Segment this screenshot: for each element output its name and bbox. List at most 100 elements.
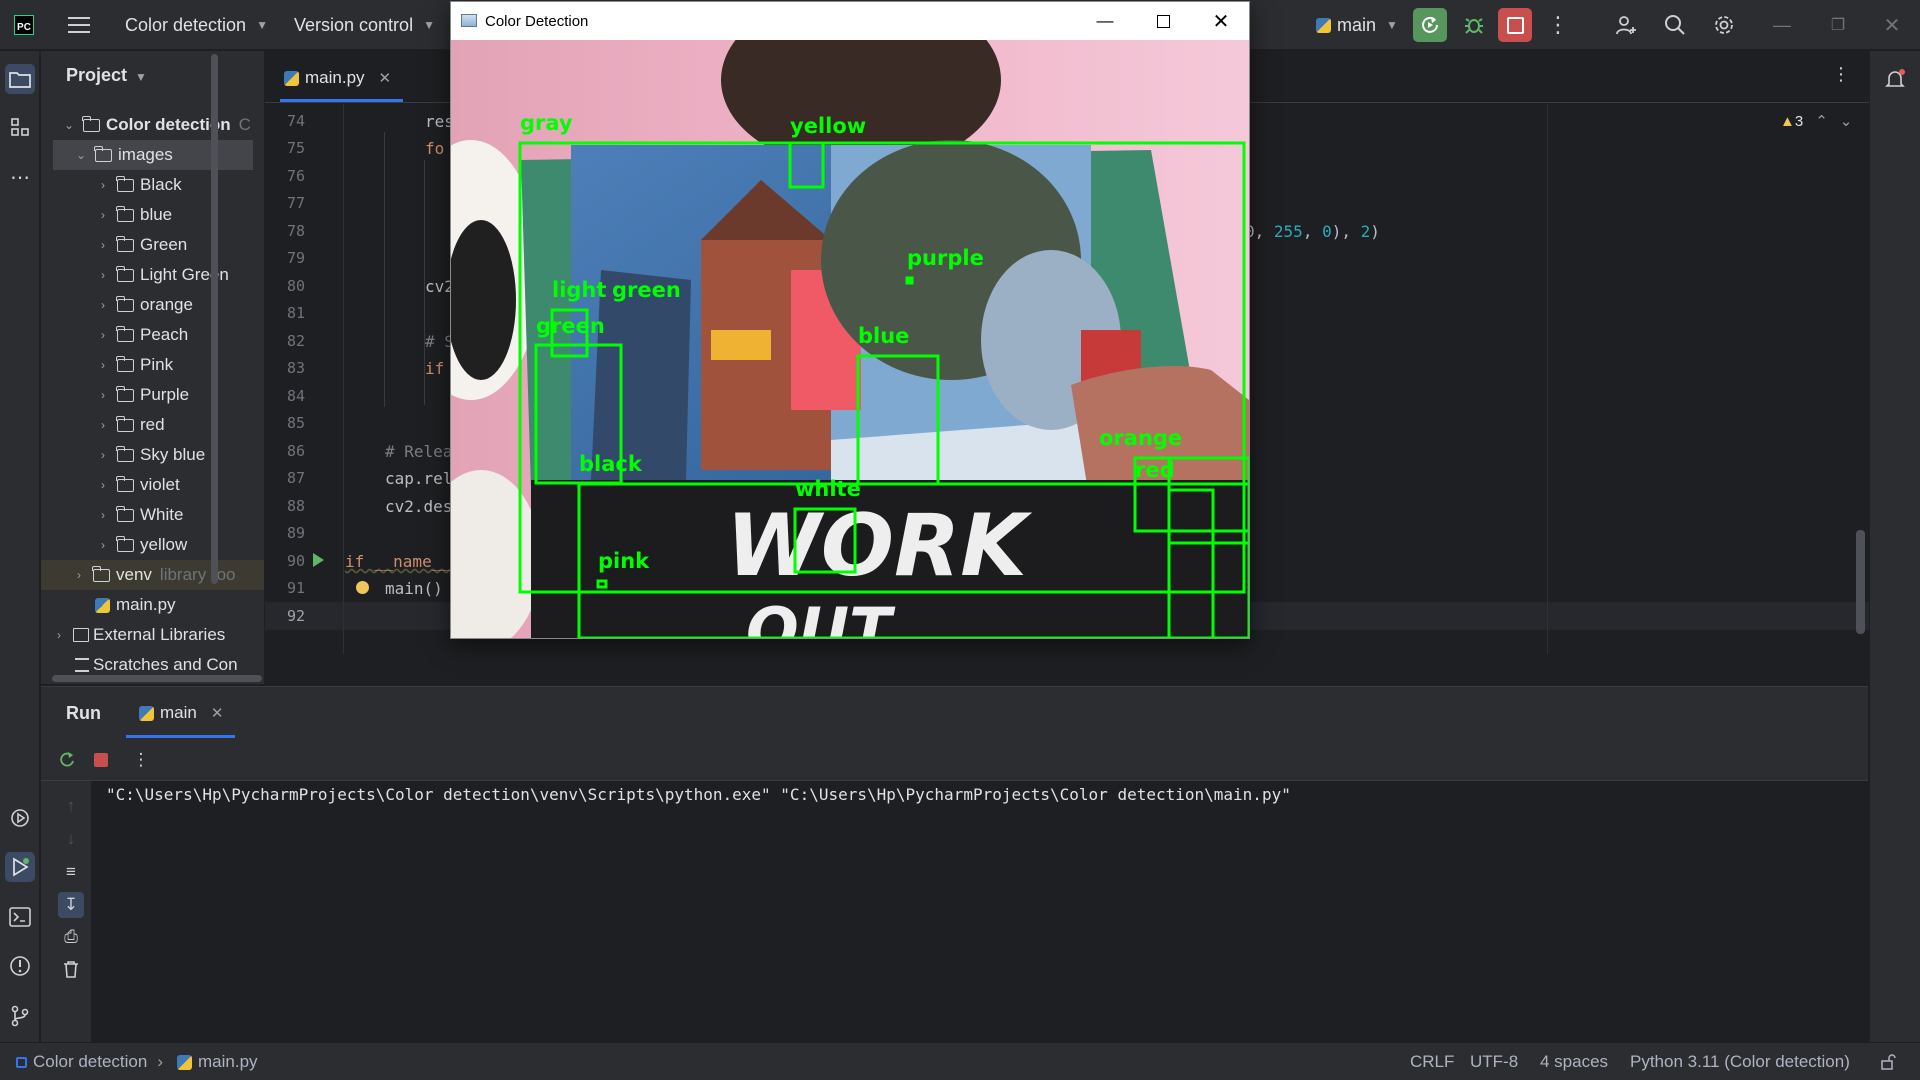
soft-wrap-icon[interactable]: ≡ xyxy=(60,861,82,883)
breadcrumb[interactable]: Color detection › main.py xyxy=(16,1043,258,1080)
tree-item-images[interactable]: ⌄ images xyxy=(53,140,253,170)
more-actions-icon[interactable]: ⋮ xyxy=(130,749,152,771)
search-icon[interactable] xyxy=(1657,0,1693,50)
services-icon[interactable] xyxy=(5,803,35,833)
tree-item-folder[interactable]: › Black xyxy=(41,170,264,200)
console-output[interactable]: "C:\Users\Hp\PycharmProjects\Color detec… xyxy=(106,785,1291,804)
tree-item-folder[interactable]: › violet xyxy=(41,470,264,500)
structure-icon[interactable] xyxy=(5,112,35,142)
project-panel-title[interactable]: Project ▼ xyxy=(66,65,147,86)
color-detection-window[interactable]: Color Detection — ✕ WORK OUT gray yellow… xyxy=(450,1,1250,639)
minimize-icon[interactable]: — xyxy=(1076,2,1134,40)
maximize-icon[interactable] xyxy=(1134,2,1192,40)
debug-bug-icon[interactable] xyxy=(1457,8,1491,42)
terminal-icon[interactable] xyxy=(5,902,35,932)
chevron-up-icon[interactable]: ⌃ xyxy=(1815,112,1828,130)
close-icon[interactable]: ✕ xyxy=(1192,2,1250,40)
line-number: 77 xyxy=(286,194,305,212)
notifications-bell-icon[interactable] xyxy=(1880,64,1910,94)
tree-item-main-py[interactable]: main.py xyxy=(41,590,264,620)
indent-widget[interactable]: 4 spaces xyxy=(1540,1043,1608,1080)
shirt-text: WORK xyxy=(726,496,1032,596)
tab-main-py[interactable]: main.py ✕ xyxy=(280,58,391,98)
tree-item-folder[interactable]: › Purple xyxy=(41,380,264,410)
tree-item-folder[interactable]: › Light Green xyxy=(41,260,264,290)
close-tab-icon[interactable]: ✕ xyxy=(211,704,224,722)
gutter-divider xyxy=(343,104,344,654)
settings-gear-icon[interactable] xyxy=(1706,0,1742,50)
chevron-down-icon[interactable]: ⌄ xyxy=(1840,112,1853,130)
pycharm-logo-icon[interactable]: PC xyxy=(14,0,34,50)
vcs-widget[interactable]: Version control ▼ xyxy=(294,0,435,50)
editor-scrollbar[interactable] xyxy=(1856,530,1865,634)
restore-icon[interactable]: ❐ xyxy=(1820,0,1856,50)
run-panel-title[interactable]: Run xyxy=(66,703,101,724)
detection-label: black xyxy=(579,452,643,476)
encoding-widget[interactable]: UTF-8 xyxy=(1470,1043,1518,1080)
readonly-lock-icon[interactable] xyxy=(1880,1043,1896,1080)
tree-item-folder[interactable]: › blue xyxy=(41,200,264,230)
line-number: 74 xyxy=(286,112,305,130)
tree-root-color-detection[interactable]: ⌄ Color detection C xyxy=(41,110,264,140)
close-tab-icon[interactable]: ✕ xyxy=(379,69,392,87)
line-number: 80 xyxy=(286,277,305,295)
rerun-button[interactable] xyxy=(1413,8,1447,42)
close-icon[interactable]: ✕ xyxy=(1874,0,1910,50)
line-ending-widget[interactable]: CRLF xyxy=(1410,1043,1454,1080)
editor-more-icon[interactable]: ⋮ xyxy=(1832,64,1850,85)
window-title-bar[interactable]: Color Detection — ✕ xyxy=(451,2,1249,40)
minimize-icon[interactable]: — xyxy=(1764,0,1800,50)
inspection-widget[interactable]: ▲3 ⌃ ⌄ xyxy=(1780,112,1853,131)
tree-item-venv[interactable]: › venv library roo xyxy=(41,560,264,590)
run-tool-icon[interactable] xyxy=(5,852,35,882)
project-horizontal-scrollbar[interactable] xyxy=(52,675,262,682)
left-tool-strip: ⋯ xyxy=(0,51,40,1042)
project-folder-icon[interactable] xyxy=(5,64,35,94)
more-tools-icon[interactable]: ⋯ xyxy=(5,162,35,192)
tree-item-folder[interactable]: › Peach xyxy=(41,320,264,350)
interpreter-widget[interactable]: Python 3.11 (Color detection) xyxy=(1630,1043,1850,1080)
lightbulb-icon[interactable] xyxy=(356,581,369,594)
code-line: if __name__ xyxy=(345,552,451,571)
line-number: 91 xyxy=(286,579,305,597)
tree-item-folder[interactable]: › Sky blue xyxy=(41,440,264,470)
tree-item-external-libraries[interactable]: › External Libraries xyxy=(41,620,264,650)
detection-label: red xyxy=(1135,458,1175,482)
tree-item-folder[interactable]: › yellow xyxy=(41,530,264,560)
print-icon[interactable]: ⎙ xyxy=(60,926,82,948)
tree-item-folder[interactable]: › Pink xyxy=(41,350,264,380)
project-widget[interactable]: Color detection ▼ xyxy=(125,0,268,50)
detection-label: green xyxy=(612,278,681,302)
stop-button[interactable] xyxy=(1498,8,1532,42)
run-tab-main[interactable]: main ✕ xyxy=(135,703,223,723)
stop-icon xyxy=(1506,16,1524,34)
tree-item-folder[interactable]: › red xyxy=(41,410,264,440)
scroll-to-end-icon[interactable]: ↧ xyxy=(58,892,84,918)
main-menu-icon[interactable] xyxy=(68,0,90,50)
tree-item-folder[interactable]: › orange xyxy=(41,290,264,320)
add-user-icon[interactable] xyxy=(1608,0,1644,50)
problems-icon[interactable] xyxy=(5,951,35,981)
rerun-icon[interactable] xyxy=(56,749,78,771)
tree-item-folder[interactable]: › Green xyxy=(41,230,264,260)
line-number: 86 xyxy=(286,442,305,460)
line-number: 85 xyxy=(286,414,305,432)
code-token: , xyxy=(1302,222,1323,241)
indent-guide xyxy=(424,160,425,405)
trash-icon[interactable] xyxy=(60,958,82,980)
more-actions-icon[interactable]: ⋮ xyxy=(1540,0,1576,50)
active-tab-indicator xyxy=(126,735,235,738)
detection-label: blue xyxy=(858,324,909,348)
tree-item-note: library roo xyxy=(159,565,236,584)
run-config-selector[interactable]: main ▼ xyxy=(1312,0,1398,50)
git-branch-icon[interactable] xyxy=(5,1001,35,1031)
project-scrollbar[interactable] xyxy=(211,54,218,584)
arrow-up-icon[interactable]: ↑ xyxy=(60,795,82,817)
project-tool-window: Project ▼ ⌄ Color detection C ⌄ images › Bl… xyxy=(41,51,264,684)
tree-item-folder[interactable]: › White xyxy=(41,500,264,530)
status-bar: Color detection › main.py CRLF UTF-8 4 s… xyxy=(0,1042,1920,1080)
stop-icon[interactable] xyxy=(90,749,112,771)
arrow-down-icon[interactable]: ↓ xyxy=(60,828,82,850)
run-gutter-icon[interactable] xyxy=(313,553,324,567)
line-number: 92 xyxy=(286,607,305,625)
